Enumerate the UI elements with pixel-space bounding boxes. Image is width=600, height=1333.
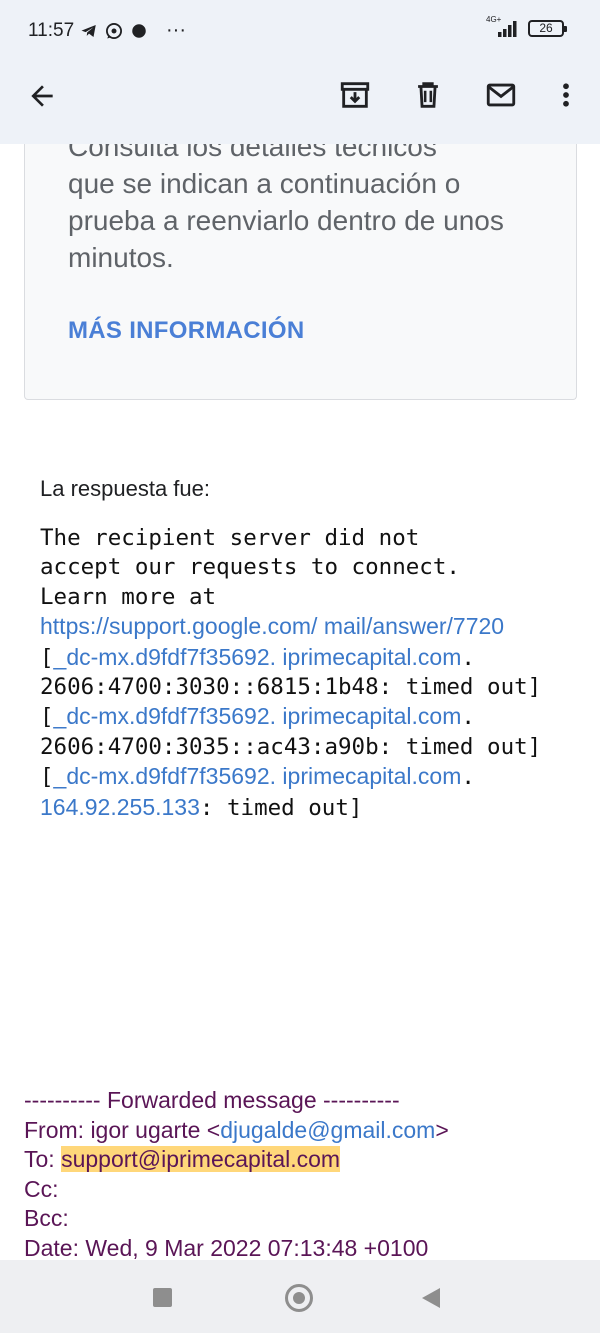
home-icon[interactable] [285,1284,313,1312]
more-info-link[interactable]: MÁS INFORMACIÓN [68,317,304,345]
system-status-icons: 4G+ 26 [486,16,567,38]
mx-host-link[interactable]: _dc-mx.d9fdf7f35692. iprimecapital.com [54,763,462,789]
response-text: : timed out] [199,794,363,821]
card-text: que se indican a continuación o prueba a… [68,168,504,273]
response-line: accept our requests to connect. [40,554,460,581]
response-label: La respuesta fue: [40,476,211,501]
card-text-clipped: Consulta los detalles técnicos [68,144,437,162]
app-bar [0,60,600,144]
delete-icon[interactable] [411,78,445,112]
more-vert-icon[interactable] [553,80,579,110]
ip-link[interactable]: 164.92.255.133 [40,794,200,820]
notification-icons: ··· [80,19,186,42]
whatsapp-icon [106,22,122,39]
response-body: The recipient server did not accept our … [40,524,570,823]
date-line: Date: Wed, 9 Mar 2022 07:13:48 +0100 [24,1234,429,1261]
response-text: . [461,764,475,791]
response-text: [ [40,644,54,671]
battery-level: 26 [539,20,553,35]
recents-icon[interactable] [153,1288,172,1307]
response-line: The recipient server did not [40,525,420,551]
bcc-line: Bcc: [24,1205,69,1231]
navigation-bar [0,1260,600,1333]
bounce-info-card: Consulta los detalles técnicos que se in… [24,144,577,400]
response-line: Learn more at [40,583,217,610]
more-notifications-icon: ··· [166,19,186,41]
back-icon[interactable] [422,1288,440,1308]
forwarded-divider: ---------- Forwarded message ---------- [24,1087,400,1113]
archive-icon[interactable] [338,78,372,112]
mx-host-link[interactable]: _dc-mx.d9fdf7f35692. iprimecapital.com [54,703,462,729]
support-link[interactable]: https://support.google.com/ mail/answer/… [40,613,504,639]
battery-icon: 26 [528,19,567,37]
to-line: To: support@iprimecapital.com [24,1146,341,1172]
from-email-link[interactable]: djugalde@gmail.com [220,1117,435,1143]
status-time: 11:57 [28,20,75,41]
forwarded-message-header: ---------- Forwarded message ---------- … [24,1086,584,1260]
chat-bubble-icon [132,23,146,38]
from-line: From: igor ugarte <djugalde@gmail.com> [24,1116,449,1143]
signal-icon: 4G+ [486,16,522,38]
status-bar: 11:57 ··· 4G+ 26 [0,0,600,60]
mx-host-link[interactable]: _dc-mx.d9fdf7f35692. iprimecapital.com [54,644,462,670]
back-arrow-icon[interactable] [26,80,58,112]
telegram-icon [81,24,96,37]
cc-line: Cc: [24,1175,59,1202]
email-body[interactable]: Consulta los detalles técnicos que se in… [0,144,600,1260]
mail-icon[interactable] [483,78,519,112]
to-email-highlight[interactable]: support@iprimecapital.com [61,1146,341,1172]
